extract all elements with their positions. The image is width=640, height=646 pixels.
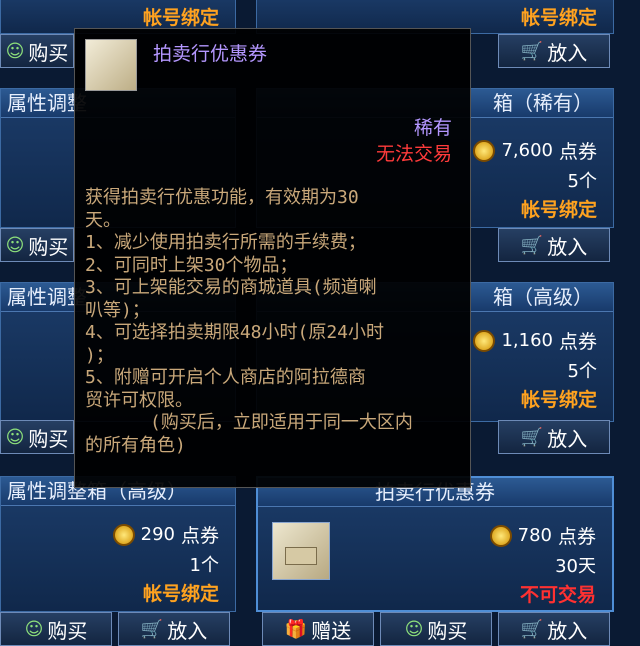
price-value: 7,600	[501, 140, 553, 161]
price-unit: 点券	[557, 526, 596, 548]
bind-status: 帐号绑定	[520, 7, 597, 29]
cart-icon: 🛒	[140, 618, 164, 640]
item-price: 1,160 点券	[473, 327, 597, 354]
buy-label: 购买	[28, 234, 69, 259]
buy-icon: ☺	[5, 426, 25, 448]
price-unit: 点券	[558, 331, 597, 353]
item-price: 7,600 点券	[473, 137, 597, 164]
buy-icon: ☺	[24, 618, 44, 640]
coin-icon	[112, 523, 135, 546]
put-in-button[interactable]: 🛒 放入	[498, 34, 610, 68]
buy-label: 购买	[427, 618, 468, 643]
put-label: 放入	[167, 618, 208, 643]
vip-tag-icon	[285, 547, 317, 565]
coupon-thumbnail	[272, 522, 330, 580]
item-price: 780 点券	[489, 522, 596, 549]
buy-button[interactable]: ☺ 购买	[0, 228, 74, 262]
cart-icon: 🛒	[520, 40, 544, 62]
put-label: 放入	[547, 40, 588, 65]
put-in-button[interactable]: 🛒 放入	[498, 420, 610, 454]
cart-icon: 🛒	[520, 426, 544, 448]
coin-icon	[489, 524, 512, 547]
bind-status: 帐号绑定	[142, 7, 219, 29]
buy-icon: ☺	[404, 618, 424, 640]
cart-icon: 🛒	[520, 618, 544, 640]
price-value: 1,160	[501, 330, 553, 351]
buy-button[interactable]: ☺ 购买	[380, 612, 492, 646]
shop-item-card-selected[interactable]: 拍卖行优惠券 780 点券 30天 不可交易	[256, 476, 614, 612]
item-duration: 30天	[555, 556, 596, 577]
gift-button[interactable]: 🎁 赠送	[262, 612, 374, 646]
put-label: 放入	[547, 234, 588, 259]
price-value: 780	[517, 525, 552, 546]
price-unit: 点券	[180, 525, 219, 547]
bind-status: 帐号绑定	[520, 199, 597, 221]
put-in-button[interactable]: 🛒 放入	[118, 612, 230, 646]
item-quantity: 1个	[189, 555, 219, 576]
shop-item-card: 属性调整箱（高级） 290 点券 1个 帐号绑定	[0, 476, 236, 612]
tooltip-rarity: 稀有	[413, 117, 452, 139]
buy-icon: ☺	[5, 40, 25, 62]
buy-label: 购买	[28, 40, 69, 65]
item-quantity: 5个	[567, 361, 597, 382]
trade-status: 不可交易	[519, 584, 596, 606]
item-tooltip: 拍卖行优惠券 稀有 无法交易 获得拍卖行优惠功能，有效期为30 天。 1、减少使…	[74, 28, 471, 488]
coin-icon	[473, 139, 496, 162]
gift-label: 赠送	[311, 618, 352, 643]
item-quantity: 5个	[567, 171, 597, 192]
tooltip-item-name: 拍卖行优惠券	[153, 43, 268, 65]
put-label: 放入	[547, 618, 588, 643]
tooltip-description: 获得拍卖行优惠功能，有效期为30 天。 1、减少使用拍卖行所需的手续费； 2、可…	[85, 187, 413, 456]
buy-label: 购买	[47, 618, 88, 643]
put-label: 放入	[547, 426, 588, 451]
buy-button[interactable]: ☺ 购买	[0, 420, 74, 454]
coupon-icon	[85, 39, 137, 91]
tooltip-trade-status: 无法交易	[375, 143, 452, 165]
put-in-button[interactable]: 🛒 放入	[498, 228, 610, 262]
buy-label: 购买	[28, 426, 69, 451]
cart-icon: 🛒	[520, 234, 544, 256]
buy-icon: ☺	[5, 234, 25, 256]
coin-icon	[473, 329, 496, 352]
price-unit: 点券	[558, 141, 597, 163]
item-price: 290 点券	[112, 521, 219, 548]
buy-button[interactable]: ☺ 购买	[0, 34, 74, 68]
bind-status: 帐号绑定	[142, 583, 219, 605]
price-value: 290	[140, 524, 175, 545]
bind-status: 帐号绑定	[520, 389, 597, 411]
buy-button[interactable]: ☺ 购买	[0, 612, 112, 646]
gift-icon: 🎁	[284, 618, 308, 640]
put-in-button[interactable]: 🛒 放入	[498, 612, 610, 646]
